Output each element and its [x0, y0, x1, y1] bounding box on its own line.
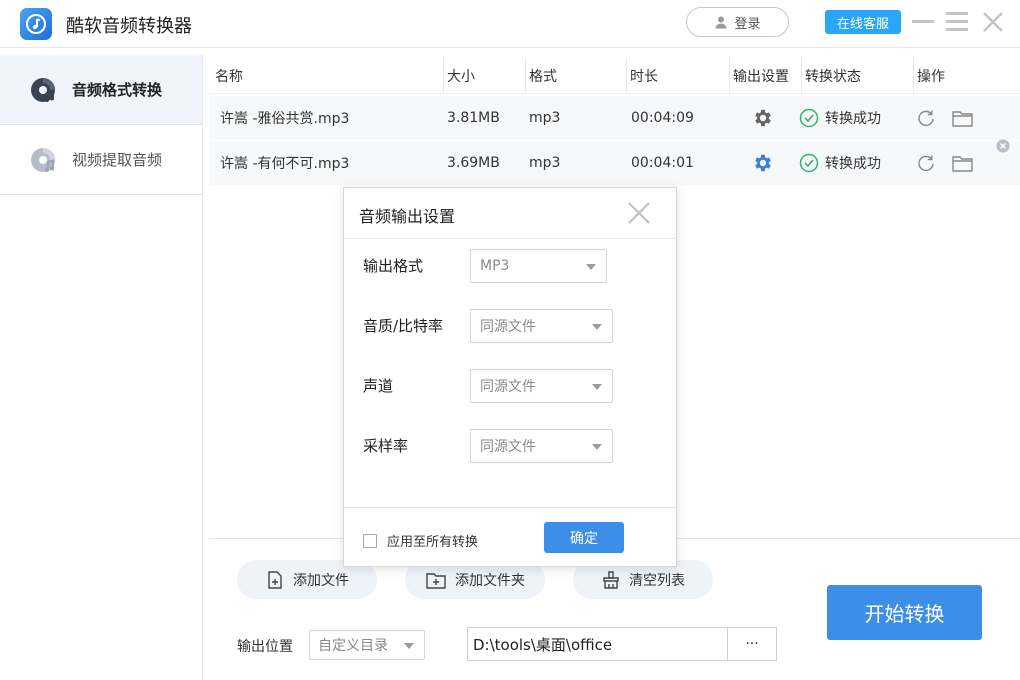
channel-label: 声道 [363, 377, 394, 395]
minimize-icon[interactable] [912, 20, 934, 23]
start-convert-button[interactable]: 开始转换 [827, 585, 982, 640]
online-service-button[interactable]: 在线客服 [825, 10, 901, 34]
output-path-field[interactable]: D:\tools\桌面\office [467, 627, 728, 661]
gear-icon[interactable] [752, 96, 774, 140]
check-circle-icon [799, 108, 819, 128]
column-header-format: 格式 [525, 58, 557, 93]
menu-icon[interactable] [946, 12, 968, 32]
close-icon[interactable] [627, 201, 651, 225]
file-table-header: 名称 大小 格式 时长 输出设置 转换状态 操作 [209, 58, 1020, 94]
remove-row-icon[interactable] [996, 133, 1010, 159]
refresh-icon[interactable] [916, 141, 936, 185]
file-name: 许嵩 -雅俗共赏.mp3 [220, 111, 350, 127]
music-note-icon [26, 14, 46, 34]
title-bar: 酷软音频转换器 登录 在线客服 [0, 0, 1020, 48]
video-disc-icon [31, 147, 55, 172]
audio-output-settings-dialog: 音频输出设置 输出格式 MP3 音质/比特率 同源文件 声道 同源文件 采样率 … [343, 187, 677, 567]
dialog-title: 音频输出设置 [359, 207, 456, 226]
add-file-icon [268, 570, 282, 589]
column-header-duration: 时长 [626, 58, 658, 93]
sidebar: 音频格式转换 视频提取音频 [0, 55, 203, 680]
login-button[interactable]: 登录 [686, 7, 789, 37]
add-folder-label: 添加文件夹 [455, 572, 525, 589]
browse-button[interactable]: ··· [727, 627, 777, 661]
login-label: 登录 [734, 16, 761, 32]
sample-rate-label: 采样率 [363, 437, 409, 455]
open-folder-icon[interactable] [951, 96, 975, 140]
channel-select[interactable]: 同源文件 [470, 369, 613, 403]
column-header-name: 名称 [215, 68, 243, 85]
sample-rate-value: 同源文件 [480, 439, 536, 455]
status-success: 转换成功 [799, 96, 881, 140]
bitrate-value: 同源文件 [480, 319, 536, 335]
chevron-down-icon [592, 444, 602, 450]
check-circle-icon [799, 153, 819, 173]
table-row[interactable]: 许嵩 -雅俗共赏.mp3 3.81MB mp3 00:04:09 转换成功 [209, 96, 1020, 140]
file-size: 3.69MB [447, 155, 500, 171]
add-folder-icon [426, 572, 446, 589]
apply-all-option[interactable]: 应用至所有转换 [363, 531, 478, 550]
sidebar-item-label: 视频提取音频 [72, 151, 163, 169]
output-format-label: 输出格式 [363, 257, 424, 275]
sidebar-item-audio-convert[interactable]: 音频格式转换 [0, 55, 202, 125]
apply-all-label: 应用至所有转换 [387, 535, 479, 550]
bitrate-label: 音质/比特率 [363, 317, 444, 335]
output-format-value: MP3 [480, 258, 510, 274]
status-success: 转换成功 [799, 141, 881, 185]
column-header-status: 转换状态 [801, 58, 861, 93]
chevron-down-icon [586, 264, 596, 270]
add-file-label: 添加文件 [293, 572, 349, 589]
file-name: 许嵩 -有何不可.mp3 [220, 156, 350, 172]
column-header-actions: 操作 [913, 58, 945, 93]
broom-icon [603, 570, 619, 589]
confirm-button[interactable]: 确定 [544, 522, 624, 553]
apply-all-checkbox[interactable] [363, 533, 377, 548]
output-location-label: 输出位置 [237, 639, 293, 655]
audio-disc-icon [31, 77, 55, 102]
close-icon[interactable] [981, 10, 1005, 34]
table-row[interactable]: 许嵩 -有何不可.mp3 3.69MB mp3 00:04:01 转换成功 [209, 139, 1020, 185]
status-label: 转换成功 [825, 156, 881, 172]
divider [344, 238, 676, 239]
output-mode-select[interactable]: 自定义目录 [309, 630, 425, 660]
output-format-select[interactable]: MP3 [470, 249, 607, 283]
chevron-down-icon [592, 324, 602, 330]
sidebar-item-label: 音频格式转换 [72, 81, 163, 99]
refresh-icon[interactable] [916, 96, 936, 140]
column-header-output-settings: 输出设置 [729, 58, 789, 93]
output-mode-value: 自定义目录 [318, 638, 388, 654]
output-path-value: D:\tools\桌面\office [473, 635, 613, 654]
clear-list-label: 清空列表 [629, 572, 685, 589]
chevron-down-icon [404, 643, 414, 649]
chevron-down-icon [592, 384, 602, 390]
file-size: 3.81MB [447, 110, 500, 126]
app-logo [20, 8, 52, 40]
divider [344, 507, 676, 508]
bitrate-select[interactable]: 同源文件 [470, 309, 613, 343]
app-title: 酷软音频转换器 [66, 16, 192, 37]
status-label: 转换成功 [825, 111, 881, 127]
column-header-size: 大小 [443, 58, 475, 93]
user-icon [715, 16, 727, 29]
sidebar-item-video-extract[interactable]: 视频提取音频 [0, 125, 202, 195]
sample-rate-select[interactable]: 同源文件 [470, 429, 613, 463]
open-folder-icon[interactable] [951, 141, 975, 185]
file-duration: 00:04:01 [631, 155, 694, 171]
channel-value: 同源文件 [480, 379, 536, 395]
gear-icon[interactable] [752, 141, 774, 185]
file-format: mp3 [529, 110, 561, 126]
file-duration: 00:04:09 [631, 110, 694, 126]
file-format: mp3 [529, 155, 561, 171]
